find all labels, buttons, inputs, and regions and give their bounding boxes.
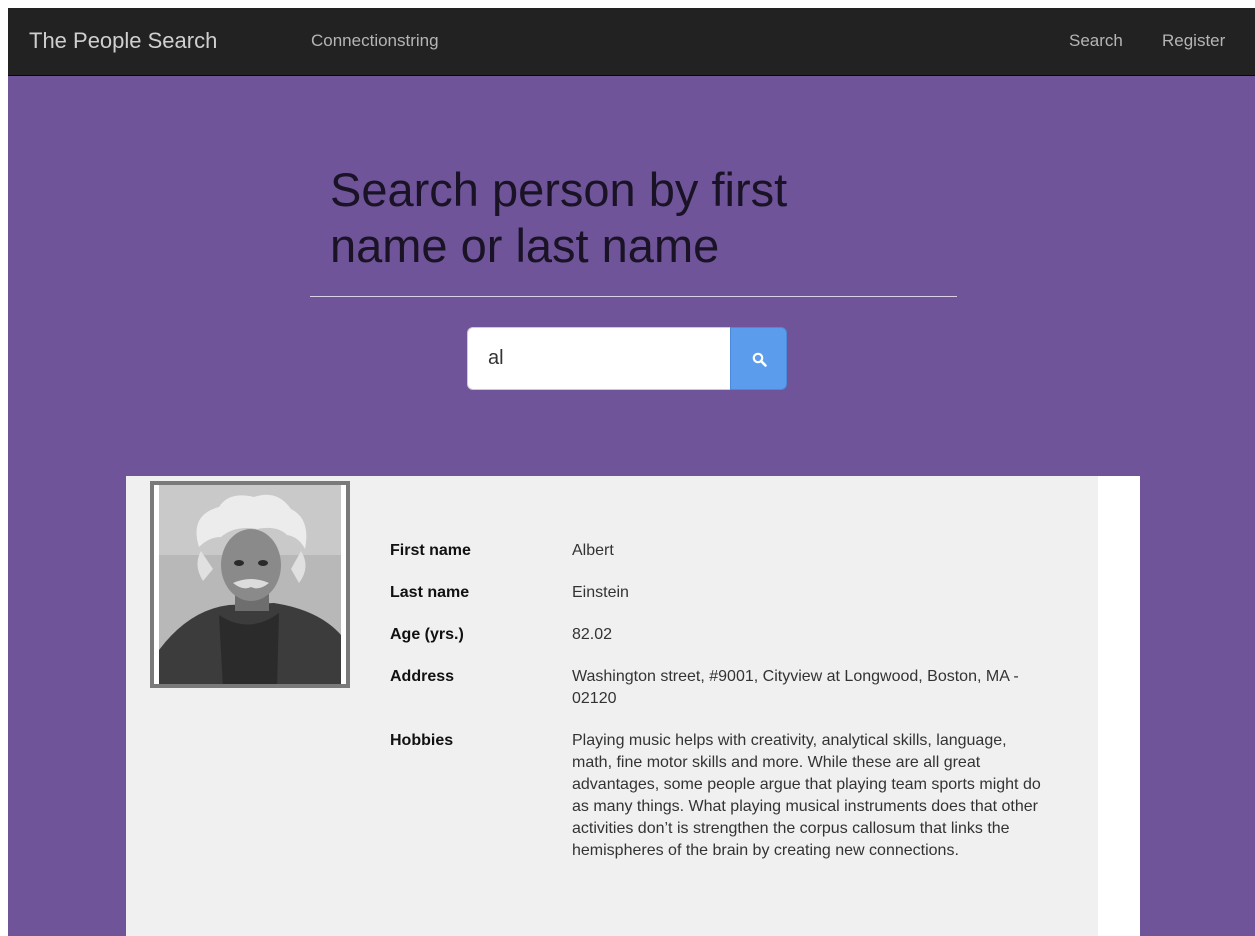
title-divider — [310, 296, 957, 297]
detail-label: First name — [390, 542, 471, 559]
app-root: The People Search Connectionstring Searc… — [8, 8, 1255, 936]
search-group — [467, 327, 787, 390]
portrait-image — [159, 485, 341, 684]
detail-label: Address — [390, 668, 455, 685]
person-photo — [150, 481, 350, 688]
detail-value: Washington street, #9001, Cityview at Lo… — [572, 668, 1019, 707]
detail-value: Einstein — [572, 584, 629, 601]
detail-value: 82.02 — [572, 626, 613, 643]
nav-search[interactable]: Search — [1069, 31, 1123, 51]
browser-viewport: The People Search Connectionstring Searc… — [0, 0, 1255, 936]
detail-value: Albert — [572, 542, 614, 559]
detail-label: Hobbies — [390, 732, 454, 749]
result-card: First name Albert Last name Einstein Age… — [126, 476, 1098, 936]
page-title: Search person by first name or last name — [330, 163, 788, 272]
portrait-illustration — [159, 485, 341, 684]
search-button[interactable] — [730, 327, 787, 390]
detail-label: Age (yrs.) — [390, 626, 464, 643]
nav-connectionstring[interactable]: Connectionstring — [311, 31, 439, 51]
nav-register[interactable]: Register — [1162, 31, 1225, 51]
search-input[interactable] — [467, 327, 731, 390]
search-icon — [752, 352, 767, 367]
detail-label: Last name — [390, 584, 470, 601]
brand-link[interactable]: The People Search — [29, 28, 217, 54]
result-panel: First name Albert Last name Einstein Age… — [126, 476, 1140, 936]
top-navbar: The People Search Connectionstring Searc… — [8, 8, 1255, 76]
detail-value: Playing music helps with creativity, ana… — [572, 732, 1041, 859]
